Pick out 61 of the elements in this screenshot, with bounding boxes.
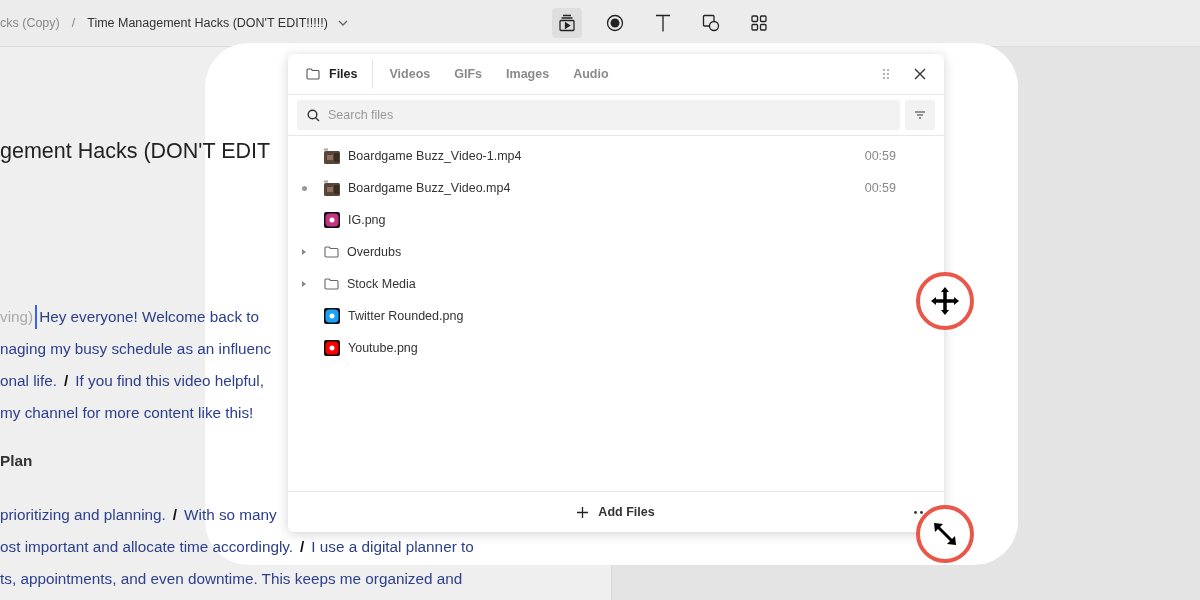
folder-icon (306, 68, 320, 80)
file-name: Stock Media (347, 277, 417, 291)
script-text: Hey everyone! Welcome back to (39, 308, 260, 326)
search-icon (307, 109, 320, 122)
grid-icon (751, 15, 767, 31)
image-thumbnail-icon (324, 212, 340, 228)
filter-button[interactable] (905, 100, 935, 130)
script-text: naging my busy schedule as an influenc (0, 340, 272, 358)
record-icon (606, 14, 624, 32)
file-name: Overdubs (347, 245, 403, 259)
close-icon[interactable] (914, 68, 926, 80)
plus-icon (577, 506, 589, 518)
video-duration: 00:59 (864, 181, 896, 195)
file-row[interactable]: Youtube.png (288, 332, 944, 364)
segment-separator: / (172, 506, 178, 524)
caret-right-icon[interactable] (301, 281, 307, 287)
segment-separator: / (64, 372, 69, 390)
file-row[interactable]: Overdubs (288, 236, 944, 268)
text-tool-icon (655, 14, 671, 32)
file-name: Youtube.png (348, 341, 419, 355)
panel-tab[interactable]: Files (288, 59, 373, 89)
folder-icon (324, 246, 339, 258)
shapes-icon (702, 14, 720, 32)
folder-icon (324, 278, 339, 290)
video-thumbnail-icon (324, 180, 340, 196)
file-row[interactable]: IG.png (288, 204, 944, 236)
chevron-down-icon[interactable] (337, 20, 348, 26)
file-row[interactable]: Boardgame Buzz_Video-1.mp4 00:59 (288, 140, 944, 172)
text-cursor (35, 305, 38, 329)
file-name: Twitter Rounded.png (348, 309, 465, 323)
breadcrumb-separator: / (71, 16, 76, 30)
file-row[interactable]: Boardgame Buzz_Video.mp4 00:59 (288, 172, 944, 204)
video-thumbnail-icon (324, 148, 340, 164)
script-text: ts, appointments, and even downtime. This keeps me organized and (0, 570, 463, 588)
section-heading: Plan (0, 452, 33, 470)
document-title[interactable]: Time Management Hacks (DON'T EDIT!!!!!) (87, 16, 328, 30)
script-text: prioritizing and planning. (0, 506, 166, 524)
drag-handle-icon[interactable] (882, 68, 890, 80)
video-duration: 00:59 (864, 149, 896, 163)
speaker-label: ving) (0, 308, 34, 326)
toolbar-button[interactable] (552, 8, 582, 38)
segment-separator: / (300, 538, 305, 556)
caret-right-icon[interactable] (301, 249, 307, 255)
script-text: If you find this video helpful, (75, 372, 264, 390)
filter-icon (915, 111, 925, 119)
file-name: IG.png (348, 213, 387, 227)
document-heading: gement Hacks (DON'T EDIT (0, 139, 271, 164)
script-text: I use a digital planner to (311, 538, 474, 556)
script-text: my channel for more content like this! (0, 404, 254, 422)
panel-tab[interactable]: Images (494, 54, 562, 94)
media-library-icon (558, 14, 576, 32)
script-text: With so many (184, 506, 277, 524)
search-field[interactable]: Search files (297, 100, 900, 130)
script-text: onal life. (0, 372, 57, 390)
file-name: Boardgame Buzz_Video-1.mp4 (348, 149, 523, 163)
add-files-button[interactable]: Add Files (571, 504, 661, 520)
more-options-icon[interactable] (914, 511, 924, 514)
file-name: Boardgame Buzz_Video.mp4 (348, 181, 512, 195)
image-thumbnail-icon (324, 340, 340, 356)
image-thumbnail-icon (324, 308, 340, 324)
script-text: ost important and allocate time accordingly. (0, 538, 294, 556)
